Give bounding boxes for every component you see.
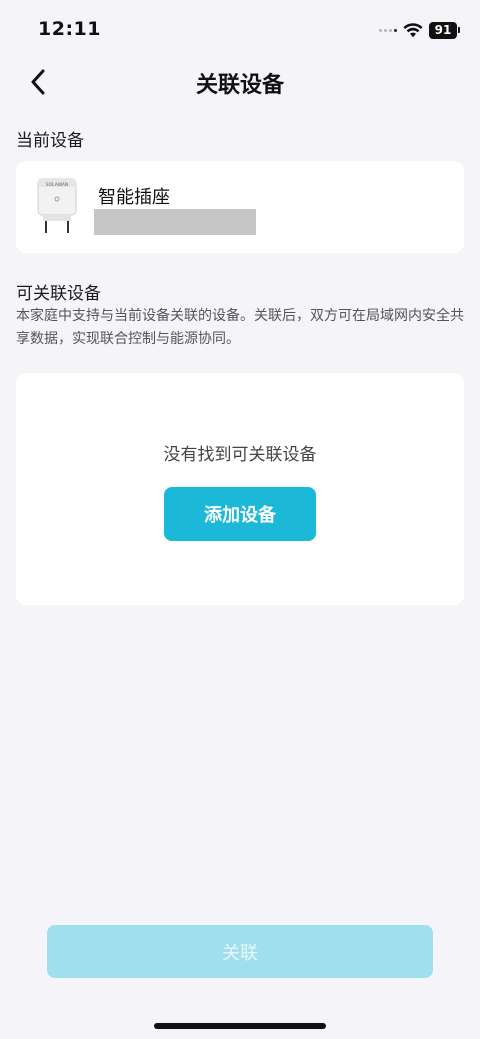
current-device-card[interactable]: SOLAWAN 智能插座 xyxy=(16,161,464,253)
nav-bar: 关联设备 xyxy=(0,58,480,106)
current-device-label: 当前设备 xyxy=(16,131,84,151)
link-button[interactable]: 关联 xyxy=(47,925,433,978)
empty-state-text: 没有找到可关联设备 xyxy=(163,445,317,465)
linkable-devices-description: 本家庭中支持与当前设备关联的设备。关联后，双方可在局域网内安全共享数据，实现联合… xyxy=(16,308,464,347)
battery-level: 91 xyxy=(429,21,457,39)
status-bar: 12:11 91 xyxy=(0,0,480,60)
cellular-signal-icon xyxy=(379,28,397,32)
page-title: 关联设备 xyxy=(195,73,284,98)
wifi-icon xyxy=(403,22,423,37)
svg-text:SOLAWAN: SOLAWAN xyxy=(46,182,69,188)
smart-plug-image: SOLAWAN xyxy=(37,178,77,233)
device-location-redacted xyxy=(94,209,256,235)
status-time: 12:11 xyxy=(38,18,101,40)
add-device-button[interactable]: 添加设备 xyxy=(164,487,316,541)
linkable-devices-card: 没有找到可关联设备 添加设备 xyxy=(16,373,464,605)
home-indicator[interactable] xyxy=(154,1023,326,1029)
linkable-devices-label: 可关联设备 xyxy=(16,284,101,304)
status-icons: 91 xyxy=(379,19,460,41)
battery-icon: 91 xyxy=(429,21,460,39)
device-name: 智能插座 xyxy=(98,187,170,208)
